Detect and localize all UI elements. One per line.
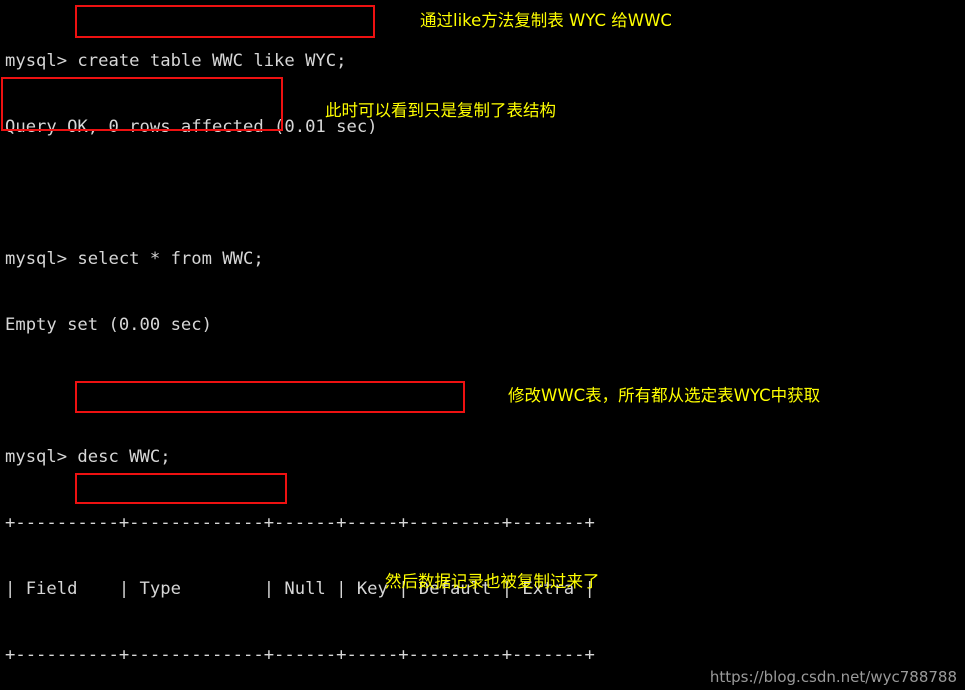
terminal-line: mysql> desc WWC; bbox=[5, 447, 171, 467]
terminal-line: +----------+-------------+------+-----+-… bbox=[5, 645, 595, 665]
terminal-line: mysql> create table WWC like WYC; bbox=[5, 51, 347, 71]
terminal-line: +----------+-------------+------+-----+-… bbox=[5, 513, 595, 533]
watermark-url: https://blog.csdn.net/wyc788788 bbox=[709, 668, 957, 686]
note-like-copy: 通过like方法复制表 WYC 给WWC bbox=[420, 11, 672, 30]
terminal-screenshot: mysql> create table WWC like WYC; Query … bbox=[0, 0, 965, 690]
terminal-line: mysql> select * from WWC; bbox=[5, 249, 264, 269]
note-records-copied: 然后数据记录也被复制过来了 bbox=[385, 572, 600, 591]
note-structure-only: 此时可以看到只是复制了表结构 bbox=[325, 101, 556, 120]
terminal-line: Empty set (0.00 sec) bbox=[5, 315, 212, 335]
note-insert-from: 修改WWC表，所有都从选定表WYC中获取 bbox=[508, 386, 821, 405]
